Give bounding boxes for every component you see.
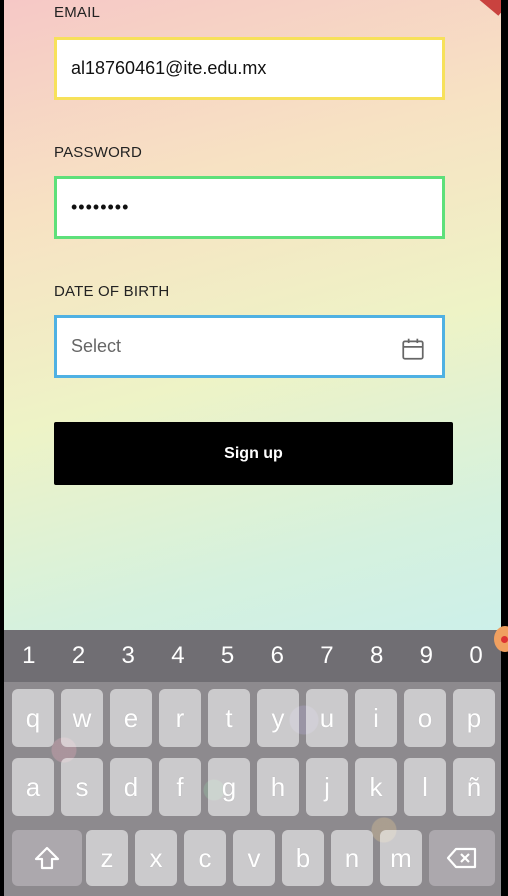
key-x[interactable]: x	[135, 830, 177, 886]
key-v[interactable]: v	[233, 830, 275, 886]
shift-key[interactable]	[12, 830, 82, 886]
key-z[interactable]: z	[86, 830, 128, 886]
dob-label: DATE OF BIRTH	[54, 283, 170, 300]
backspace-icon	[446, 847, 477, 869]
app-screen: EMAIL al18760461@ite.edu.mx PASSWORD •••…	[4, 0, 501, 896]
email-value: al18760461@ite.edu.mx	[71, 58, 267, 78]
key-7[interactable]: 7	[303, 642, 351, 670]
key-q[interactable]: q	[12, 689, 54, 747]
key-3[interactable]: 3	[104, 642, 152, 670]
email-field[interactable]: al18760461@ite.edu.mx	[54, 37, 445, 100]
key-5[interactable]: 5	[204, 642, 252, 670]
key-o[interactable]: o	[404, 689, 446, 747]
sign-up-button[interactable]: Sign up	[54, 422, 453, 485]
key-i[interactable]: i	[355, 689, 397, 747]
key-a[interactable]: a	[12, 758, 54, 816]
key-l[interactable]: l	[404, 758, 446, 816]
key-k[interactable]: k	[355, 758, 397, 816]
password-label: PASSWORD	[54, 144, 142, 161]
debug-banner	[475, 0, 501, 16]
key-r[interactable]: r	[159, 689, 201, 747]
key-y[interactable]: y	[257, 689, 299, 747]
key-u[interactable]: u	[306, 689, 348, 747]
key-9[interactable]: 9	[402, 642, 450, 670]
key-m[interactable]: m	[380, 830, 422, 886]
password-field[interactable]: ••••••••	[54, 176, 445, 239]
key-enye[interactable]: ñ	[453, 758, 495, 816]
email-label: EMAIL	[54, 4, 101, 21]
key-f[interactable]: f	[159, 758, 201, 816]
key-b[interactable]: b	[282, 830, 324, 886]
key-1[interactable]: 1	[5, 642, 53, 670]
dob-field[interactable]: Select	[54, 315, 445, 378]
key-p[interactable]: p	[453, 689, 495, 747]
key-n[interactable]: n	[331, 830, 373, 886]
shift-arrow-icon	[34, 846, 60, 870]
password-value: ••••••••	[71, 197, 130, 217]
backspace-key[interactable]	[429, 830, 495, 886]
dob-placeholder: Select	[71, 336, 122, 356]
calendar-icon[interactable]	[400, 336, 426, 362]
key-e[interactable]: e	[110, 689, 152, 747]
key-0[interactable]: 0	[452, 642, 500, 670]
key-t[interactable]: t	[208, 689, 250, 747]
key-c[interactable]: c	[184, 830, 226, 886]
on-screen-keyboard: 1 2 3 4 5 6 7 8 9 0 q w e r t y u i o p …	[4, 630, 501, 896]
key-d[interactable]: d	[110, 758, 152, 816]
key-2[interactable]: 2	[55, 642, 103, 670]
key-8[interactable]: 8	[353, 642, 401, 670]
key-w[interactable]: w	[61, 689, 103, 747]
key-j[interactable]: j	[306, 758, 348, 816]
number-row: 1 2 3 4 5 6 7 8 9 0	[4, 630, 501, 682]
key-g[interactable]: g	[208, 758, 250, 816]
key-6[interactable]: 6	[253, 642, 301, 670]
key-4[interactable]: 4	[154, 642, 202, 670]
key-h[interactable]: h	[257, 758, 299, 816]
key-s[interactable]: s	[61, 758, 103, 816]
